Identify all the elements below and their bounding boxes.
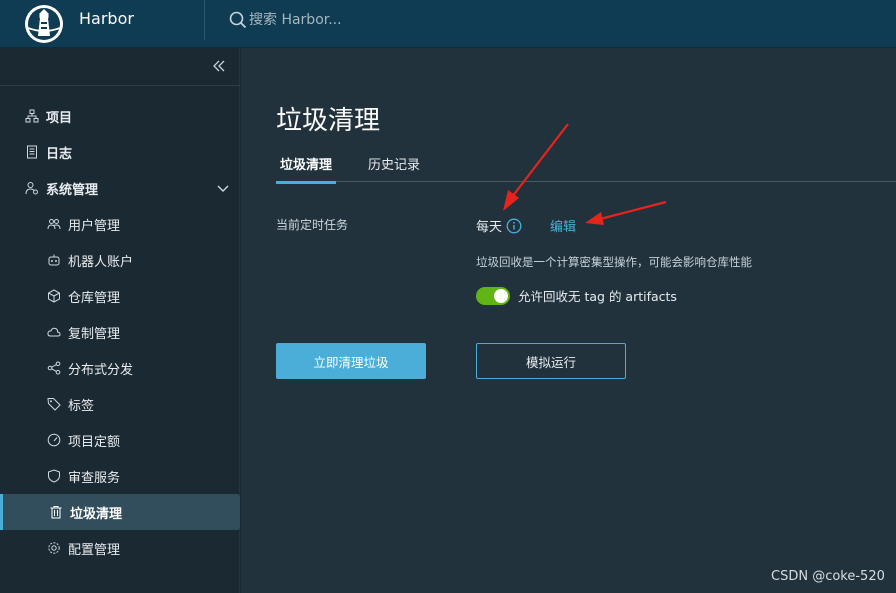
sidebar-item-replications[interactable]: 复制管理 bbox=[0, 314, 240, 350]
gauge-icon bbox=[46, 432, 62, 448]
brand-name: Harbor bbox=[79, 9, 134, 28]
log-icon bbox=[24, 144, 40, 160]
info-icon[interactable] bbox=[506, 218, 522, 234]
chevron-down-icon[interactable] bbox=[216, 181, 230, 195]
robot-icon bbox=[46, 252, 62, 268]
sidebar-item-interrogation-services[interactable]: 审查服务 bbox=[0, 458, 240, 494]
share-icon bbox=[46, 360, 62, 376]
collapse-sidebar-button[interactable] bbox=[212, 58, 232, 76]
schedule-value-text: 每天 bbox=[476, 220, 503, 235]
double-chevron-left-icon bbox=[213, 60, 225, 72]
sidebar-item-logs[interactable]: 日志 bbox=[0, 134, 240, 170]
shield-icon bbox=[46, 468, 62, 484]
sidebar-item-label: 分布式分发 bbox=[68, 362, 134, 378]
untagged-artifacts-toggle-row: 允许回收无 tag 的 artifacts bbox=[476, 286, 677, 305]
untagged-artifacts-toggle[interactable] bbox=[476, 286, 510, 305]
sidebar-item-administration[interactable]: 系统管理 bbox=[0, 170, 240, 206]
tab-bar: 垃圾清理 历史记录 bbox=[275, 152, 896, 184]
schedule-value: 每天 bbox=[476, 216, 522, 235]
main-content: 垃圾清理 垃圾清理 历史记录 当前定时任务 每天 编辑 垃圾回收是一个计算密集型… bbox=[241, 48, 896, 593]
search-input[interactable] bbox=[249, 12, 449, 28]
sidebar-item-label: 标签 bbox=[68, 398, 95, 414]
gc-description: 垃圾回收是一个计算密集型操作，可能会影响仓库性能 bbox=[476, 255, 752, 269]
toggle-label: 允许回收无 tag 的 artifacts bbox=[518, 289, 677, 304]
page-title: 垃圾清理 bbox=[276, 106, 381, 136]
sidebar-item-label: 机器人账户 bbox=[68, 254, 134, 270]
sidebar-item-label: 项目 bbox=[46, 110, 73, 126]
app-header: Harbor bbox=[0, 0, 896, 48]
sidebar-divider bbox=[0, 85, 240, 86]
sidebar-item-label: 仓库管理 bbox=[68, 290, 121, 306]
sidebar-item-garbage-collection[interactable]: 垃圾清理 bbox=[0, 494, 240, 530]
users-icon bbox=[46, 216, 62, 232]
sidebar-item-registries[interactable]: 仓库管理 bbox=[0, 278, 240, 314]
schedule-label: 当前定时任务 bbox=[276, 218, 349, 232]
tag-icon bbox=[46, 396, 62, 412]
sidebar-item-label: 系统管理 bbox=[46, 182, 99, 198]
trash-icon bbox=[48, 504, 64, 520]
gear-icon bbox=[46, 540, 62, 556]
sidebar-item-robot-accounts[interactable]: 机器人账户 bbox=[0, 242, 240, 278]
edit-schedule-link[interactable]: 编辑 bbox=[550, 216, 576, 235]
sidebar-item-label: 日志 bbox=[46, 146, 73, 162]
sidebar-item-configuration[interactable]: 配置管理 bbox=[0, 530, 240, 566]
harbor-logo-icon[interactable] bbox=[24, 4, 64, 44]
sidebar-item-distribution[interactable]: 分布式分发 bbox=[0, 350, 240, 386]
sidebar-item-label: 审查服务 bbox=[68, 470, 121, 486]
sidebar-item-projects[interactable]: 项目 bbox=[0, 98, 240, 134]
tab-history[interactable]: 历史记录 bbox=[368, 156, 420, 182]
watermark: CSDN @coke-520 bbox=[771, 569, 885, 584]
cloud-sync-icon bbox=[46, 324, 62, 340]
search-icon bbox=[229, 11, 247, 29]
user-gear-icon bbox=[24, 180, 40, 196]
sidebar-item-label: 垃圾清理 bbox=[70, 506, 123, 522]
header-divider bbox=[204, 0, 205, 40]
sidebar-item-quotas[interactable]: 项目定额 bbox=[0, 422, 240, 458]
sidebar-item-labels[interactable]: 标签 bbox=[0, 386, 240, 422]
tab-garbage-collection[interactable]: 垃圾清理 bbox=[275, 156, 337, 184]
sitemap-icon bbox=[24, 108, 40, 124]
sidebar-item-label: 复制管理 bbox=[68, 326, 121, 342]
sidebar-item-label: 配置管理 bbox=[68, 542, 121, 558]
sidebar: 项目 日志 系统管理 用户管理 机器人账户 仓库管理 复制管理 分布式分发 标签… bbox=[0, 48, 240, 593]
gc-now-button[interactable]: 立即清理垃圾 bbox=[276, 343, 426, 379]
cube-icon bbox=[46, 288, 62, 304]
dry-run-button[interactable]: 模拟运行 bbox=[476, 343, 626, 379]
sidebar-item-label: 项目定额 bbox=[68, 434, 121, 450]
global-search[interactable] bbox=[229, 9, 449, 31]
sidebar-item-users[interactable]: 用户管理 bbox=[0, 206, 240, 242]
sidebar-item-label: 用户管理 bbox=[68, 218, 121, 234]
